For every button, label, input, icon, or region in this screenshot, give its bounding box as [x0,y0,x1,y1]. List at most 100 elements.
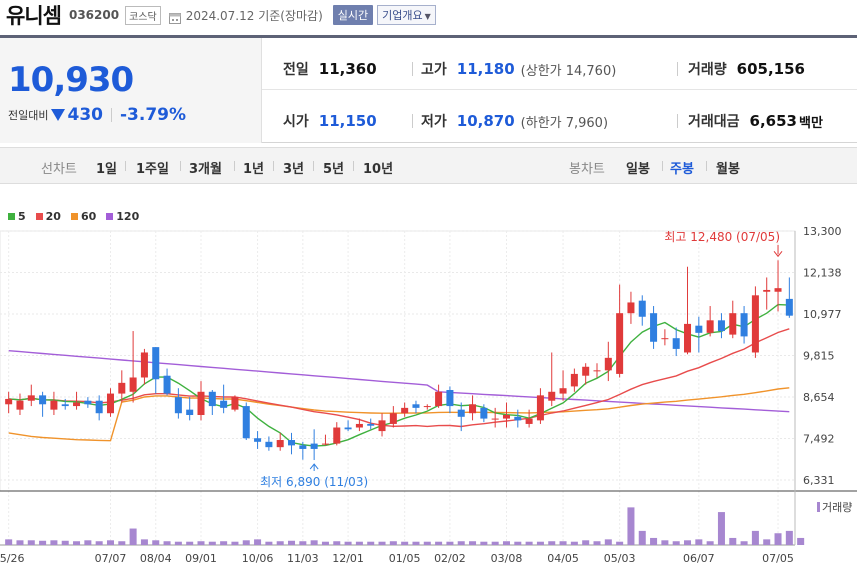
volume-bar [310,540,318,545]
candle-body [163,375,171,394]
volume-bar [469,541,477,545]
candle-body [672,338,680,349]
volume-bar [401,541,409,545]
candle-body [299,445,307,449]
candle-body [265,441,273,448]
volume-bar [95,541,103,545]
volume-bar [27,540,35,545]
candle-body [684,323,692,353]
max-annotation: 최고 12,480 (07/05) [664,230,780,244]
volume-bar [548,541,556,545]
stock-chart[interactable]: 13,300 12,138 10,977 9,815 8,654 7,492 6,331 05… [0,0,857,566]
volume-bar [706,541,714,545]
candle-body [106,393,114,414]
candle-body [118,382,126,394]
candle-body [638,300,646,317]
candle-body [469,404,477,414]
candle-body [695,325,703,333]
volume-bar [197,541,205,545]
candle-body [16,400,24,410]
volume-bar [355,541,363,545]
volume-bar [672,541,680,545]
x-tick-label: 01/05 [389,552,421,565]
volume-bar [231,541,239,545]
candle-body [717,320,725,332]
volume-bar [140,539,148,545]
ma5-line [8,303,790,447]
volume-bar [389,541,397,545]
volume-bar [582,540,590,545]
candle-body [525,418,533,424]
candle-body [5,398,13,405]
volume-bar [717,512,725,545]
volume-bar [740,541,748,545]
candle-body [706,320,714,333]
volume-bar [412,541,420,545]
volume-bar [367,541,375,545]
volume-bar [50,540,58,545]
candle-body [491,418,499,420]
candle-body [242,406,250,439]
x-tick-label: 07/07 [95,552,127,565]
volume-bar [242,540,250,545]
volume-bar [321,541,329,545]
x-tick-label: 10/06 [242,552,274,565]
volume-bar [152,540,160,545]
volume-bar [684,540,692,545]
candle-body [140,352,148,378]
x-tick-label: 02/02 [434,552,466,565]
volume-bar [593,541,601,545]
candle-body [310,443,318,449]
candle-body [129,377,137,392]
y-tick-label: 13,300 [803,225,842,238]
candle-body [548,391,556,401]
candle-body [208,391,216,407]
volume-bar [661,540,669,545]
plot-area [0,230,796,492]
ma20-line [8,328,790,428]
volume-bar [774,533,782,545]
volume-bar [344,541,352,545]
candle-body [321,443,329,445]
candle-body [423,406,431,408]
candle-body [95,400,103,414]
volume-bar [276,541,284,545]
candle-body [367,423,375,426]
candle-body [27,395,35,401]
candle-body [480,407,488,419]
volume-bar [525,541,533,545]
candle-body [729,313,737,335]
x-tick-label: 05/26 [0,552,25,565]
volume-bar [559,541,567,545]
candle-body [593,370,601,372]
candle-body [582,366,590,376]
x-tick-label: 06/07 [683,552,715,565]
volume-bar [695,539,703,545]
candle-body [378,420,386,432]
candle-body [254,438,262,442]
volume-bar [480,541,488,545]
volume-bar [491,541,499,545]
volume-bar [446,541,454,545]
volume-bar [616,541,624,545]
x-tick-label: 09/01 [185,552,217,565]
volume-bar [265,541,273,545]
x-tick-label: 12/01 [332,552,364,565]
volume-bar [604,539,612,545]
candle-body [446,389,454,407]
candle-body [73,402,81,407]
volume-bar [729,537,737,545]
x-tick-label: 05/03 [604,552,636,565]
x-tick-label: 04/05 [547,552,579,565]
y-tick-label: 12,138 [803,267,842,280]
y-tick-label: 7,492 [803,433,835,446]
candle-body [401,407,409,414]
candle-body [616,313,624,374]
volume-bar [163,541,171,545]
candle-body [650,313,658,342]
candle-body [570,373,578,387]
candle-body [604,357,612,371]
x-tick-label: 03/08 [491,552,523,565]
volume-bar [797,537,805,545]
candle-body [740,313,748,337]
